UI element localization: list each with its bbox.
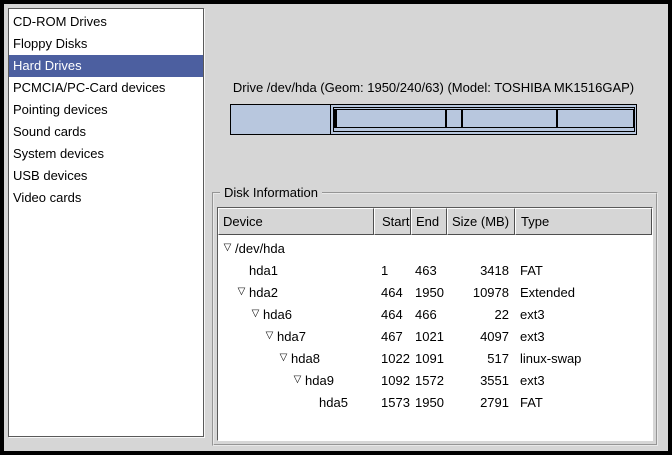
start-cell: 1573 xyxy=(374,395,411,410)
table-row-hda8[interactable]: ▽hda8 10221091517linux-swap xyxy=(218,347,652,369)
hardware-browser-window: CD-ROM DrivesFloppy DisksHard DrivesPCMC… xyxy=(0,0,672,455)
device-category-list[interactable]: CD-ROM DrivesFloppy DisksHard DrivesPCMC… xyxy=(8,8,204,437)
size-cell: 22 xyxy=(447,307,515,322)
expander-triangle-icon[interactable]: ▽ xyxy=(290,369,305,391)
table-body: ▽/dev/hdahda114633418FAT▽hda246419501097… xyxy=(218,235,652,440)
start-cell: 1022 xyxy=(374,351,411,366)
start-cell: 464 xyxy=(374,285,411,300)
partition-segment-hda8 xyxy=(446,109,462,128)
table-row-hda2[interactable]: ▽hda2 464195010978Extended xyxy=(218,281,652,303)
sidebar-item-sound-cards[interactable]: Sound cards xyxy=(9,121,203,143)
start-cell: 1 xyxy=(374,263,411,278)
disk-information-frame: Disk Information DeviceStartEndSize (MB)… xyxy=(212,192,658,446)
device-cell: hda8 xyxy=(291,351,320,366)
sidebar-item-pcmcia-pc-card-devices[interactable]: PCMCIA/PC-Card devices xyxy=(9,77,203,99)
expander-triangle-icon[interactable]: ▽ xyxy=(220,237,235,259)
type-cell: ext3 xyxy=(515,329,652,344)
table-row-hda5[interactable]: hda5 157319502791FAT xyxy=(218,391,652,413)
column-header-end[interactable]: End xyxy=(411,208,447,235)
column-header-size[interactable]: Size (MB) xyxy=(447,208,515,235)
partition-segment-hda5 xyxy=(557,109,634,128)
sidebar-item-pointing-devices[interactable]: Pointing devices xyxy=(9,99,203,121)
device-cell: hda6 xyxy=(263,307,292,322)
partition-segment-hda7 xyxy=(336,109,447,128)
device-cell: hda7 xyxy=(277,329,306,344)
start-cell: 467 xyxy=(374,329,411,344)
partition-segment-hda1 xyxy=(231,105,331,134)
partition-segment-hda9 xyxy=(462,109,557,128)
size-cell: 517 xyxy=(447,351,515,366)
sidebar-item-cd-rom-drives[interactable]: CD-ROM Drives xyxy=(9,11,203,33)
table-row-hda7[interactable]: ▽hda7 46710214097ext3 xyxy=(218,325,652,347)
end-cell: 1950 xyxy=(411,285,447,300)
device-cell: hda5 xyxy=(319,395,348,410)
column-header-type[interactable]: Type xyxy=(515,208,652,235)
expander-triangle-icon[interactable]: ▽ xyxy=(248,303,263,325)
type-cell: FAT xyxy=(515,395,652,410)
end-cell: 1091 xyxy=(411,351,447,366)
expander-triangle-icon[interactable]: ▽ xyxy=(276,347,291,369)
size-cell: 10978 xyxy=(447,285,515,300)
size-cell: 3551 xyxy=(447,373,515,388)
end-cell: 466 xyxy=(411,307,447,322)
sidebar-item-usb-devices[interactable]: USB devices xyxy=(9,165,203,187)
disk-information-label: Disk Information xyxy=(220,185,322,201)
device-cell: hda2 xyxy=(249,285,278,300)
device-cell: hda9 xyxy=(305,373,334,388)
size-cell: 4097 xyxy=(447,329,515,344)
device-cell: hda1 xyxy=(249,263,278,278)
end-cell: 1021 xyxy=(411,329,447,344)
expander-triangle-icon[interactable]: ▽ xyxy=(262,325,277,347)
partition-bar xyxy=(230,104,637,135)
type-cell: linux-swap xyxy=(515,351,652,366)
sidebar-item-system-devices[interactable]: System devices xyxy=(9,143,203,165)
drive-title: Drive /dev/hda (Geom: 1950/240/63) (Mode… xyxy=(226,80,641,95)
column-header-start[interactable]: Start xyxy=(374,208,411,235)
size-cell: 2791 xyxy=(447,395,515,410)
table-row-hda9[interactable]: ▽hda9 109215723551ext3 xyxy=(218,369,652,391)
device-cell: /dev/hda xyxy=(235,241,285,256)
table-header: DeviceStartEndSize (MB)Type xyxy=(218,208,652,235)
start-cell: 1092 xyxy=(374,373,411,388)
size-cell: 3418 xyxy=(447,263,515,278)
type-cell: FAT xyxy=(515,263,652,278)
end-cell: 1950 xyxy=(411,395,447,410)
partition-table: DeviceStartEndSize (MB)Type ▽/dev/hdahda… xyxy=(217,207,653,441)
type-cell: Extended xyxy=(515,285,652,300)
table-row-hda1[interactable]: hda1 14633418FAT xyxy=(218,259,652,281)
sidebar-item-hard-drives[interactable]: Hard Drives xyxy=(9,55,203,77)
end-cell: 1572 xyxy=(411,373,447,388)
start-cell: 464 xyxy=(374,307,411,322)
sidebar-item-video-cards[interactable]: Video cards xyxy=(9,187,203,209)
table-row-dev-hda[interactable]: ▽/dev/hda xyxy=(218,237,652,259)
sidebar-item-floppy-disks[interactable]: Floppy Disks xyxy=(9,33,203,55)
expander-triangle-icon[interactable]: ▽ xyxy=(234,281,249,303)
column-header-device[interactable]: Device xyxy=(218,208,374,235)
type-cell: ext3 xyxy=(515,307,652,322)
table-row-hda6[interactable]: ▽hda6 46446622ext3 xyxy=(218,303,652,325)
end-cell: 463 xyxy=(411,263,447,278)
type-cell: ext3 xyxy=(515,373,652,388)
partition-segment-hda2-extended xyxy=(333,107,635,132)
